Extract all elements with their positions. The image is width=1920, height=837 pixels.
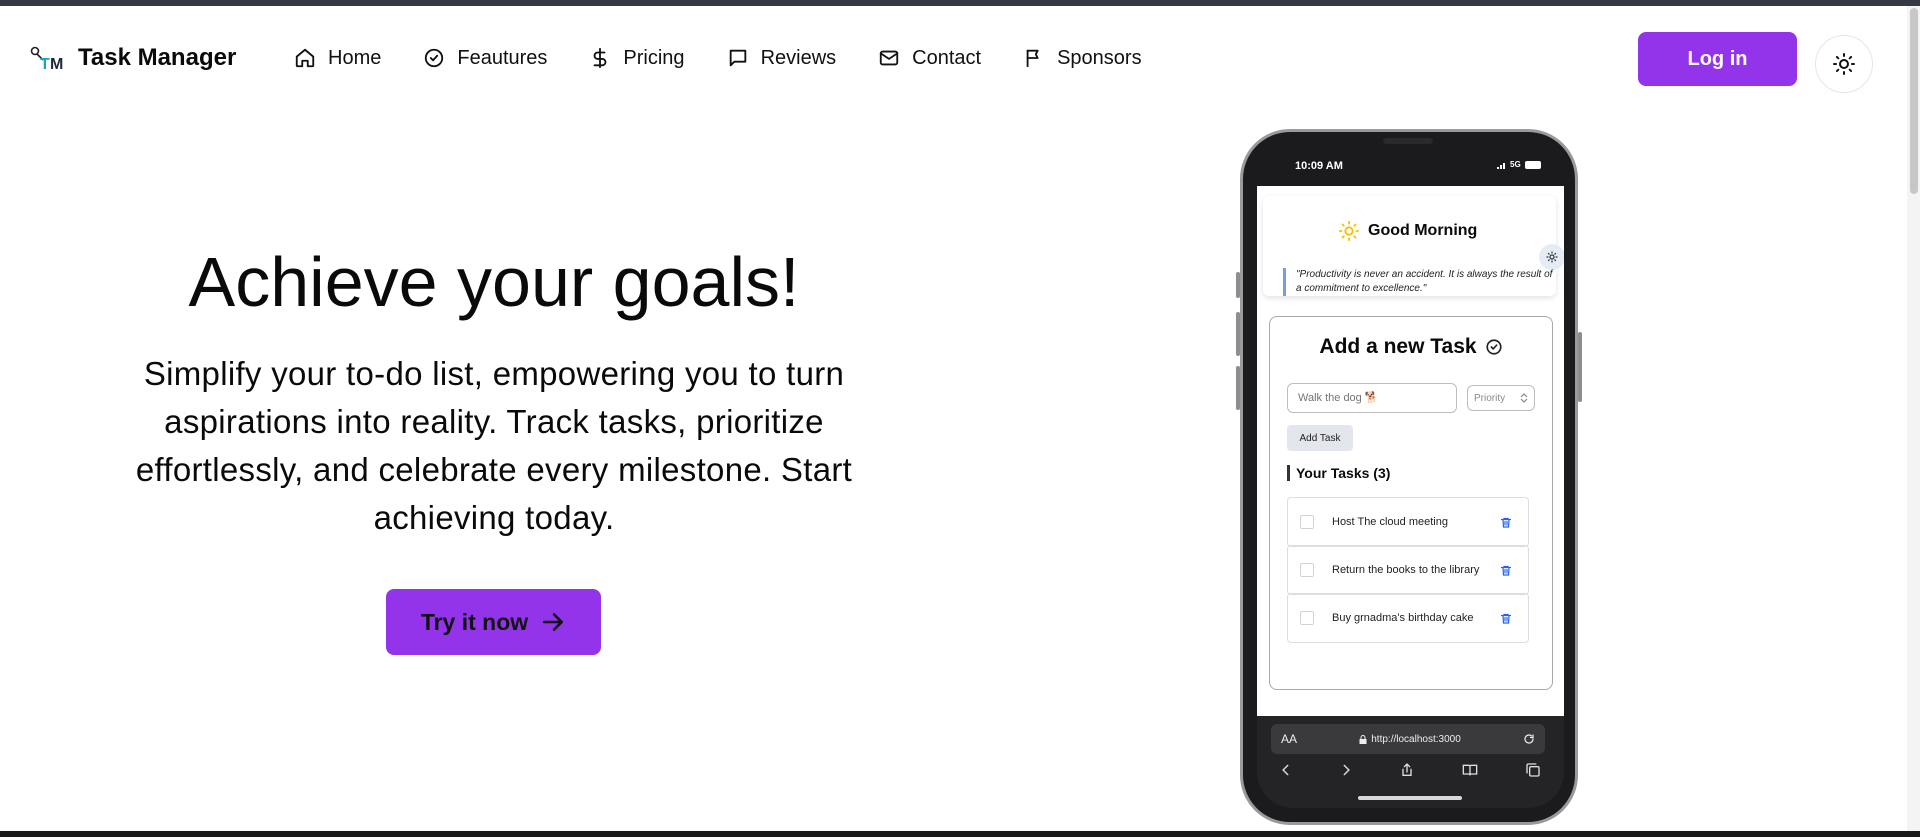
reload-icon[interactable] (1523, 733, 1535, 745)
cta-label: Try it now (420, 608, 529, 635)
phone-browser-bar: AA http://localhost:3000 (1257, 716, 1564, 808)
add-task-button[interactable]: Add Task (1287, 425, 1353, 451)
back-icon[interactable] (1279, 763, 1293, 777)
nav-sponsors-label: Sponsors (1057, 46, 1142, 69)
sun-icon (1338, 220, 1360, 242)
phone-side-button (1236, 272, 1240, 298)
sun-icon (1546, 251, 1558, 263)
sun-icon (1833, 53, 1855, 75)
hero-section: Achieve your goals! Simplify your to-do … (80, 240, 908, 542)
nav-features-label: Feautures (457, 46, 548, 69)
url-text: http://localhost:3000 (1371, 733, 1461, 745)
theme-toggle-button[interactable] (1815, 35, 1873, 93)
greeting-card: Good Morning "Productivity is never an a… (1263, 196, 1564, 296)
add-task-title: Add a new Task (1270, 335, 1552, 359)
task-item: Return the books to the library (1287, 545, 1529, 595)
check-circle-icon (425, 48, 444, 68)
task-checkbox[interactable] (1300, 611, 1314, 625)
quote-text: "Productivity is never an accident. It i… (1283, 268, 1558, 296)
site-header: T M Task Manager Home Feautures Pricing … (0, 6, 1905, 110)
try-it-now-button[interactable]: Try it now (386, 589, 601, 655)
phone-screen: Good Morning "Productivity is never an a… (1257, 186, 1564, 716)
flag-icon (1026, 49, 1039, 68)
window-bottom-bar (0, 831, 1920, 837)
task-checkbox[interactable] (1300, 515, 1314, 529)
home-indicator (1358, 796, 1462, 800)
task-item: Host The cloud meeting (1287, 497, 1529, 547)
nav-home[interactable]: Home (294, 47, 381, 70)
forward-icon[interactable] (1339, 763, 1353, 777)
tasks-heading: Your Tasks (3) (1287, 465, 1390, 481)
nav-home-label: Home (328, 46, 382, 69)
hero-title: Achieve your goals! (188, 243, 800, 321)
phone-mockup: 10:09 AM 5G Good Morning "Productivity i… (1236, 129, 1582, 825)
add-task-card: Add a new Task Priority Add Task Your Ta… (1269, 316, 1553, 690)
signal-icon (1497, 162, 1505, 169)
priority-select[interactable]: Priority (1467, 385, 1535, 411)
nav-contact-label: Contact (912, 46, 982, 69)
nav-reviews[interactable]: Reviews (727, 46, 837, 70)
greeting-text: Good Morning (1368, 222, 1478, 239)
phone-side-button (1236, 366, 1240, 410)
message-icon (729, 49, 746, 67)
nav-sponsors[interactable]: Sponsors (1023, 47, 1142, 70)
phone-speaker (1383, 138, 1433, 144)
text-size-button[interactable]: AA (1281, 732, 1297, 746)
trash-icon[interactable] (1500, 612, 1512, 625)
scrollbar-thumb[interactable] (1910, 8, 1918, 194)
trash-icon[interactable] (1500, 564, 1512, 577)
add-task-title-label: Add a new Task (1319, 335, 1477, 358)
brand-name: Task Manager (78, 44, 237, 71)
nav-pricing[interactable]: Pricing (589, 46, 685, 70)
nav-pricing-label: Pricing (623, 46, 685, 69)
svg-text:T: T (40, 56, 50, 73)
battery-icon (1524, 160, 1541, 169)
greeting-row: Good Morning (1338, 220, 1477, 242)
trash-icon[interactable] (1500, 516, 1512, 529)
task-text: Return the books to the library (1332, 564, 1480, 576)
task-input[interactable] (1287, 383, 1457, 413)
brand-logo: T M (26, 40, 70, 76)
nav-reviews-label: Reviews (760, 46, 837, 69)
task-text: Host The cloud meeting (1332, 516, 1448, 528)
share-icon[interactable] (1399, 762, 1415, 778)
dollar-icon (594, 47, 607, 69)
mail-icon (879, 50, 899, 66)
nav-contact[interactable]: Contact (878, 47, 981, 70)
status-time: 10:09 AM (1295, 160, 1343, 172)
screen-theme-toggle[interactable] (1539, 244, 1564, 270)
main-nav: Home Feautures Pricing Reviews Contact S… (294, 43, 1184, 73)
phone-side-button (1236, 312, 1240, 356)
chevron-updown-icon (1520, 393, 1528, 403)
home-icon (295, 48, 315, 68)
check-circle-icon (1486, 339, 1502, 355)
priority-placeholder: Priority (1474, 392, 1506, 404)
hero-subtitle: Simplify your to-do list, empowering you… (135, 355, 853, 536)
browser-toolbar (1279, 762, 1541, 778)
task-checkbox[interactable] (1300, 563, 1314, 577)
bookmarks-icon[interactable] (1461, 762, 1479, 778)
brand[interactable]: T M Task Manager (26, 40, 236, 76)
task-text: Buy grnadma's birthday cake (1332, 612, 1474, 624)
svg-text:M: M (50, 56, 63, 73)
url-display: http://localhost:3000 (1297, 734, 1523, 745)
task-item: Buy grnadma's birthday cake (1287, 593, 1529, 643)
status-indicators: 5G (1497, 160, 1541, 169)
network-label: 5G (1510, 160, 1521, 169)
login-button[interactable]: Log in (1638, 32, 1797, 86)
phone-side-button (1578, 332, 1582, 402)
arrow-right-icon (543, 613, 564, 631)
url-bar[interactable]: AA http://localhost:3000 (1271, 724, 1545, 754)
nav-features[interactable]: Feautures (423, 47, 547, 70)
tabs-icon[interactable] (1525, 762, 1541, 778)
lock-icon (1359, 734, 1367, 744)
